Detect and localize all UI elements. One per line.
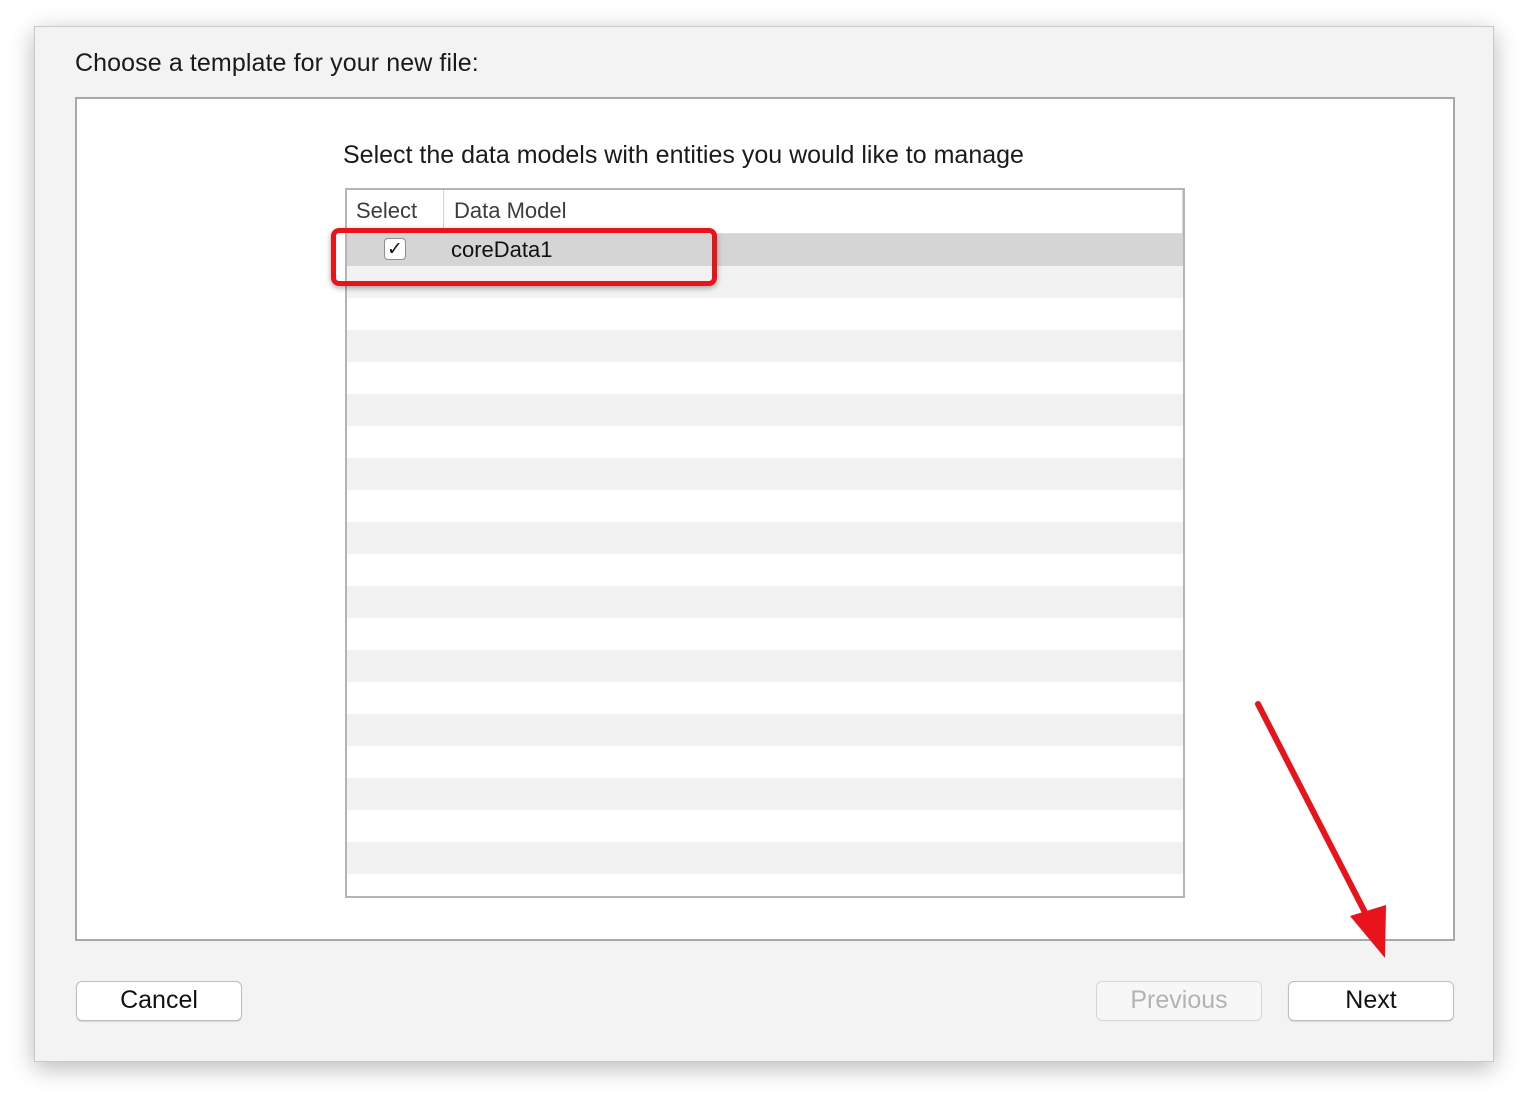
empty-table-row [347,842,1183,874]
empty-table-row [347,458,1183,490]
annotation-highlight-box [331,228,717,286]
annotation-arrow-icon [1255,701,1386,958]
previous-button[interactable]: Previous [1096,981,1262,1021]
empty-table-row [347,394,1183,426]
table-rows: ✓ coreData1 [347,234,1183,896]
empty-table-row [347,298,1183,330]
data-model-table: Select Data Model ✓ coreData1 [345,188,1185,898]
empty-table-row [347,586,1183,618]
empty-table-row [347,330,1183,362]
sheet-title: Choose a template for your new file: [75,49,479,77]
empty-table-row [347,714,1183,746]
cancel-button[interactable]: Cancel [76,981,242,1021]
empty-table-row [347,362,1183,394]
empty-table-row [347,810,1183,842]
empty-table-row [347,618,1183,650]
empty-table-row [347,490,1183,522]
empty-table-row [347,650,1183,682]
data-model-prompt: Select the data models with entities you… [343,141,1024,169]
empty-table-row [347,746,1183,778]
empty-table-row [347,778,1183,810]
next-button[interactable]: Next [1288,981,1454,1021]
empty-table-row [347,426,1183,458]
empty-table-row [347,874,1183,896]
empty-table-row [347,682,1183,714]
empty-table-row [347,554,1183,586]
empty-table-row [347,522,1183,554]
